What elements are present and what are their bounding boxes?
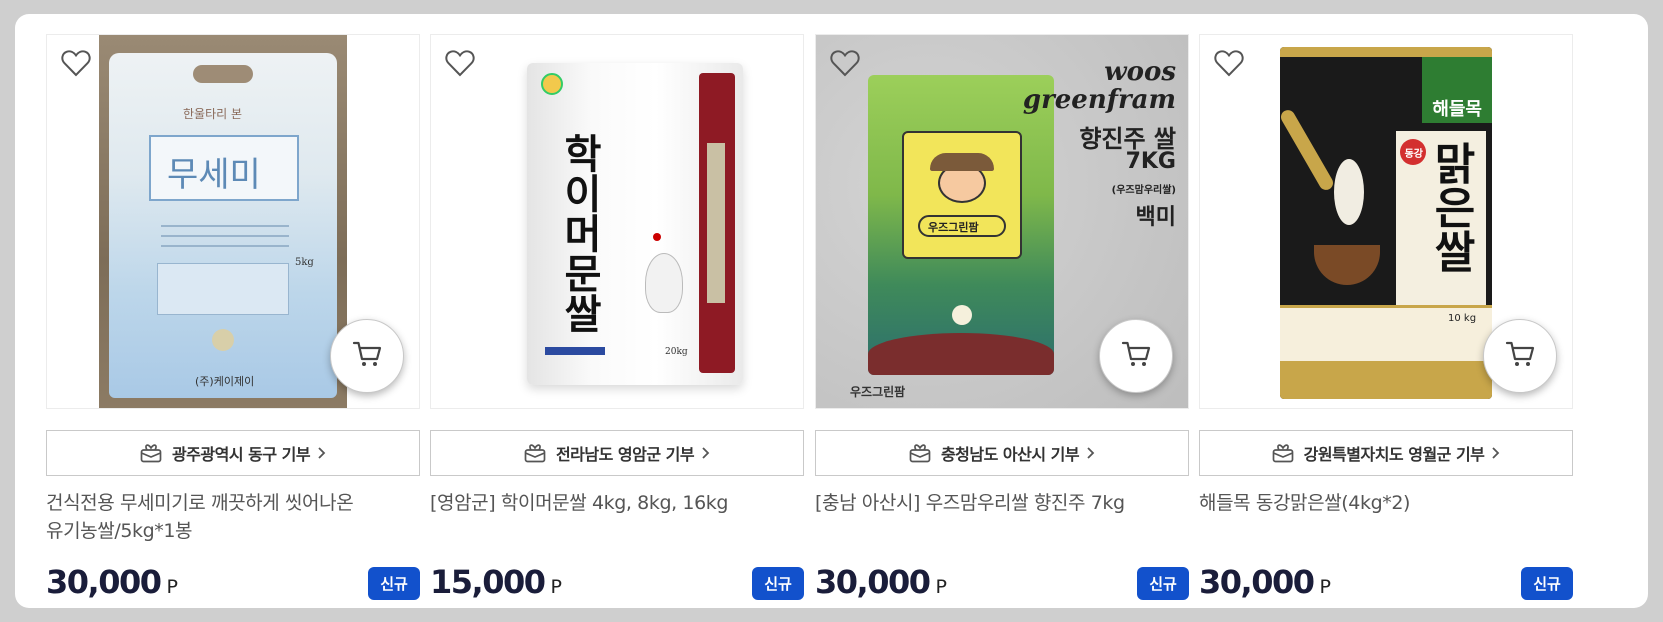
add-to-cart-button[interactable] (330, 319, 404, 393)
product-price: 15,000 (430, 563, 546, 601)
price-row: 15,000 P 신규 (430, 563, 804, 603)
wishlist-heart-icon[interactable] (1214, 49, 1244, 77)
package-brand: 해들목 (1432, 99, 1482, 120)
package-title: 학이머문쌀 (556, 133, 603, 333)
wishlist-heart-icon[interactable] (830, 49, 860, 77)
price-unit: P (166, 576, 178, 598)
add-to-cart-button[interactable] (1483, 319, 1557, 393)
product-name[interactable]: 건식전용 무세미기로 깨끗하게 씻어나온 유기농쌀/5kg*1봉 (46, 489, 420, 551)
new-badge: 신규 (752, 567, 804, 600)
cart-icon (1505, 340, 1535, 372)
gift-box-icon (909, 443, 931, 463)
donation-region-button[interactable]: 광주광역시 동구 기부 (46, 430, 420, 476)
package-line: (우즈맘우리쌀) (1111, 185, 1176, 196)
price-row: 30,000 P 신규 (46, 563, 420, 603)
price-unit: P (550, 576, 562, 598)
package-weight: 10 kg (1448, 313, 1477, 324)
wishlist-heart-icon[interactable] (445, 49, 475, 77)
chevron-right-icon (701, 446, 710, 460)
product-price: 30,000 (46, 563, 162, 601)
donation-region-button[interactable]: 전라남도 영암군 기부 (430, 430, 804, 476)
add-to-cart-button[interactable] (1099, 319, 1173, 393)
cart-icon (1121, 340, 1151, 372)
donation-region-label: 강원특별자치도 영월군 기부 (1303, 445, 1485, 464)
product-photo: 한울타리 본 무세미 5kg (주)케이제이 (99, 35, 347, 408)
new-badge: 신규 (1137, 567, 1189, 600)
package-label: 우즈그린팜 (928, 221, 979, 234)
new-badge: 신규 (1521, 567, 1573, 600)
product-grid: 한울타리 본 무세미 5kg (주)케이제이 광주광역시 동구 기부 건식전용 … (15, 14, 1648, 608)
cart-icon (352, 340, 382, 372)
product-name[interactable]: [영암군] 학이머문쌀 4kg, 8kg, 16kg (430, 489, 804, 551)
donation-region-button[interactable]: 충청남도 아산시 기부 (815, 430, 1189, 476)
donation-region-label: 전라남도 영암군 기부 (555, 445, 695, 464)
package-maker: (주)케이제이 (195, 375, 255, 388)
product-price: 30,000 (1199, 563, 1315, 601)
product-image[interactable]: 우즈그린팜 woos greenfram 향진주 쌀 7KG (우즈맘우리쌀) … (815, 34, 1189, 409)
package-line: 7KG (1125, 149, 1176, 174)
package-weight: 20kg (665, 347, 688, 357)
product-card[interactable]: 해들목 동강 맑은쌀 10 kg 강원특별자치도 영월군 기부 해들목 동강맑은… (1199, 34, 1573, 603)
package-brand: greenfram (1022, 85, 1176, 115)
product-card[interactable]: 학이머문쌀 20kg 전라남도 영암군 기부 [영암군] 학이머문쌀 4kg, … (430, 34, 804, 603)
package-tag: 동강 (1404, 149, 1423, 160)
product-photo: 학이머문쌀 20kg (527, 63, 743, 385)
donation-region-label: 충청남도 아산시 기부 (940, 445, 1080, 464)
package-title: 맑은쌀 (1425, 141, 1476, 273)
product-card[interactable]: 한울타리 본 무세미 5kg (주)케이제이 광주광역시 동구 기부 건식전용 … (46, 34, 420, 603)
product-image[interactable]: 학이머문쌀 20kg (430, 34, 804, 409)
new-badge: 신규 (368, 567, 420, 600)
chevron-right-icon (317, 446, 326, 460)
product-photo: 해들목 동강 맑은쌀 10 kg (1280, 47, 1492, 399)
package-brand: 한울타리 본 (183, 107, 243, 121)
wishlist-heart-icon[interactable] (61, 49, 91, 77)
price-row: 30,000 P 신규 (815, 563, 1189, 603)
package-line: 백미 (1135, 205, 1176, 230)
gift-box-icon (140, 443, 162, 463)
donation-region-button[interactable]: 강원특별자치도 영월군 기부 (1199, 430, 1573, 476)
package-brand: woos (1104, 57, 1176, 87)
package-logo: 우즈그린팜 (850, 385, 906, 399)
product-name[interactable]: 해들목 동강맑은쌀(4kg*2) (1199, 489, 1573, 551)
product-name-line: 건식전용 무세미기로 깨끗하게 씻어나온 (46, 492, 354, 514)
product-price: 30,000 (815, 563, 931, 601)
product-name-line: 유기농쌀/5kg*1봉 (46, 520, 193, 542)
product-image[interactable]: 해들목 동강 맑은쌀 10 kg (1199, 34, 1573, 409)
price-unit: P (935, 576, 947, 598)
chevron-right-icon (1086, 446, 1095, 460)
product-name-line: [영암군] 학이머문쌀 4kg, 8kg, 16kg (430, 492, 729, 514)
product-name-line: [충남 아산시] 우즈맘우리쌀 향진주 7kg (815, 492, 1125, 514)
price-row: 30,000 P 신규 (1199, 563, 1573, 603)
price-unit: P (1319, 576, 1331, 598)
product-name[interactable]: [충남 아산시] 우즈맘우리쌀 향진주 7kg (815, 489, 1189, 551)
donation-region-label: 광주광역시 동구 기부 (171, 445, 311, 464)
chevron-right-icon (1491, 446, 1500, 460)
gift-box-icon (524, 443, 546, 463)
product-name-line: 해들목 동강맑은쌀(4kg*2) (1199, 492, 1411, 514)
package-weight: 5kg (295, 257, 314, 268)
product-image[interactable]: 한울타리 본 무세미 5kg (주)케이제이 (46, 34, 420, 409)
package-title: 무세미 (167, 155, 261, 195)
gift-box-icon (1272, 443, 1294, 463)
product-card[interactable]: 우즈그린팜 woos greenfram 향진주 쌀 7KG (우즈맘우리쌀) … (815, 34, 1189, 603)
